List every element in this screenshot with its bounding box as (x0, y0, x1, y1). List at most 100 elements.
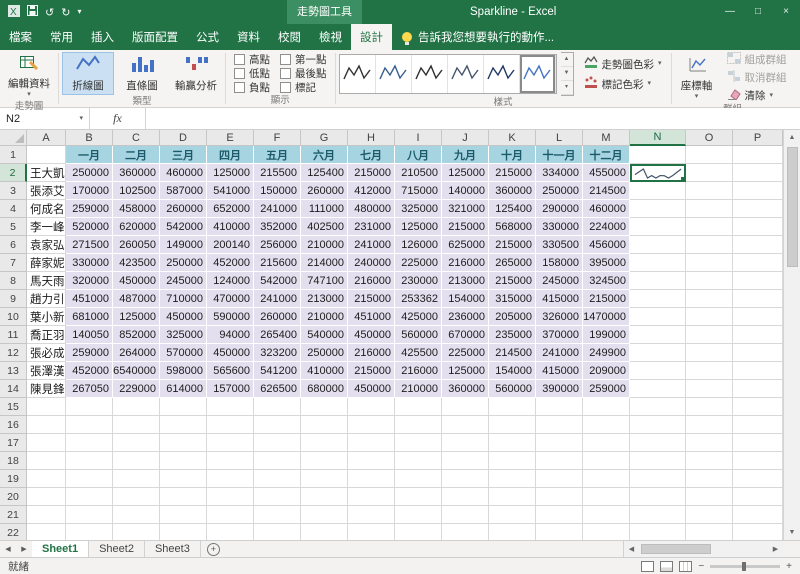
style-item-6[interactable] (520, 55, 556, 93)
cell-L8[interactable]: 245000 (536, 272, 583, 290)
cell-P15[interactable] (733, 398, 783, 416)
cell-K11[interactable]: 235000 (489, 326, 536, 344)
cell-A8[interactable]: 馬天雨 (27, 272, 66, 290)
cell-C13[interactable]: 6540000 (113, 362, 160, 380)
style-item-1[interactable] (340, 55, 376, 93)
cell-N14[interactable] (630, 380, 686, 398)
row-header-9[interactable]: 9 (0, 290, 27, 308)
tab-review[interactable]: 校閱 (269, 24, 310, 50)
cell-G17[interactable] (301, 434, 348, 452)
tab-view[interactable]: 檢視 (310, 24, 351, 50)
cell-A10[interactable]: 葉小新 (27, 308, 66, 326)
cell-C11[interactable]: 852000 (113, 326, 160, 344)
cell-O18[interactable] (686, 452, 733, 470)
cell-L1[interactable]: 十一月 (536, 146, 583, 164)
maximize-button[interactable]: □ (744, 0, 772, 24)
cell-M1[interactable]: 十二月 (583, 146, 630, 164)
cell-D11[interactable]: 325000 (160, 326, 207, 344)
cell-E8[interactable]: 124000 (207, 272, 254, 290)
scroll-down-icon[interactable]: ▼ (789, 525, 796, 540)
cell-O9[interactable] (686, 290, 733, 308)
cell-I16[interactable] (395, 416, 442, 434)
cell-P7[interactable] (733, 254, 783, 272)
tab-design[interactable]: 設計 (351, 24, 392, 50)
cell-F8[interactable]: 542000 (254, 272, 301, 290)
cell-G12[interactable]: 250000 (301, 344, 348, 362)
cell-H10[interactable]: 451000 (348, 308, 395, 326)
row-header-12[interactable]: 12 (0, 344, 27, 362)
cell-I11[interactable]: 560000 (395, 326, 442, 344)
row-header-14[interactable]: 14 (0, 380, 27, 398)
cell-B17[interactable] (66, 434, 113, 452)
cell-N4[interactable] (630, 200, 686, 218)
style-item-2[interactable] (376, 55, 412, 93)
cell-P19[interactable] (733, 470, 783, 488)
cell-K17[interactable] (489, 434, 536, 452)
cell-D6[interactable]: 149000 (160, 236, 207, 254)
cell-H5[interactable]: 231000 (348, 218, 395, 236)
cell-H19[interactable] (348, 470, 395, 488)
cell-I22[interactable] (395, 524, 442, 540)
cell-E5[interactable]: 410000 (207, 218, 254, 236)
cell-G10[interactable]: 210000 (301, 308, 348, 326)
col-header-M[interactable]: M (583, 130, 630, 146)
cell-L4[interactable]: 290000 (536, 200, 583, 218)
cell-C19[interactable] (113, 470, 160, 488)
cell-I7[interactable]: 225000 (395, 254, 442, 272)
cell-A2[interactable]: 王大凱 (27, 164, 66, 182)
cell-N8[interactable] (630, 272, 686, 290)
zoom-slider-thumb[interactable] (742, 562, 746, 571)
sheet-tab-sheet2[interactable]: Sheet2 (89, 541, 145, 557)
col-header-B[interactable]: B (66, 130, 113, 146)
cell-C8[interactable]: 450000 (113, 272, 160, 290)
cell-C21[interactable] (113, 506, 160, 524)
cell-M7[interactable]: 395000 (583, 254, 630, 272)
cell-B1[interactable]: 一月 (66, 146, 113, 164)
cell-I8[interactable]: 230000 (395, 272, 442, 290)
cell-B16[interactable] (66, 416, 113, 434)
cell-B13[interactable]: 452000 (66, 362, 113, 380)
cell-I14[interactable]: 210000 (395, 380, 442, 398)
cell-O22[interactable] (686, 524, 733, 540)
cell-E16[interactable] (207, 416, 254, 434)
cell-J22[interactable] (442, 524, 489, 540)
cell-E12[interactable]: 450000 (207, 344, 254, 362)
cell-F11[interactable]: 265400 (254, 326, 301, 344)
cell-C17[interactable] (113, 434, 160, 452)
cell-P18[interactable] (733, 452, 783, 470)
cell-O4[interactable] (686, 200, 733, 218)
cell-L16[interactable] (536, 416, 583, 434)
col-header-K[interactable]: K (489, 130, 536, 146)
cell-P20[interactable] (733, 488, 783, 506)
cell-C4[interactable]: 458000 (113, 200, 160, 218)
cell-M4[interactable]: 460000 (583, 200, 630, 218)
checkbox-last-point[interactable]: 最後點 (280, 66, 327, 80)
cell-G7[interactable]: 214000 (301, 254, 348, 272)
row-header-10[interactable]: 10 (0, 308, 27, 326)
row-header-22[interactable]: 22 (0, 524, 27, 540)
cell-C2[interactable]: 360000 (113, 164, 160, 182)
cell-I6[interactable]: 126000 (395, 236, 442, 254)
cell-B21[interactable] (66, 506, 113, 524)
cell-A18[interactable] (27, 452, 66, 470)
cell-H18[interactable] (348, 452, 395, 470)
cell-D21[interactable] (160, 506, 207, 524)
cell-A5[interactable]: 李一峰 (27, 218, 66, 236)
col-header-O[interactable]: O (686, 130, 733, 146)
style-item-4[interactable] (448, 55, 484, 93)
tab-file[interactable]: 檔案 (0, 24, 41, 50)
cell-L6[interactable]: 330500 (536, 236, 583, 254)
cell-A14[interactable]: 陳見鋒 (27, 380, 66, 398)
cell-D22[interactable] (160, 524, 207, 540)
cell-A11[interactable]: 喬正羽 (27, 326, 66, 344)
col-header-J[interactable]: J (442, 130, 489, 146)
page-break-preview-button[interactable] (679, 561, 692, 572)
cell-N7[interactable] (630, 254, 686, 272)
cell-F17[interactable] (254, 434, 301, 452)
cell-C14[interactable]: 229000 (113, 380, 160, 398)
qat-dropdown-icon[interactable]: ▾ (77, 9, 81, 15)
hscroll-track[interactable] (639, 541, 768, 557)
row-header-1[interactable]: 1 (0, 146, 27, 164)
cell-E22[interactable] (207, 524, 254, 540)
cell-F2[interactable]: 215500 (254, 164, 301, 182)
